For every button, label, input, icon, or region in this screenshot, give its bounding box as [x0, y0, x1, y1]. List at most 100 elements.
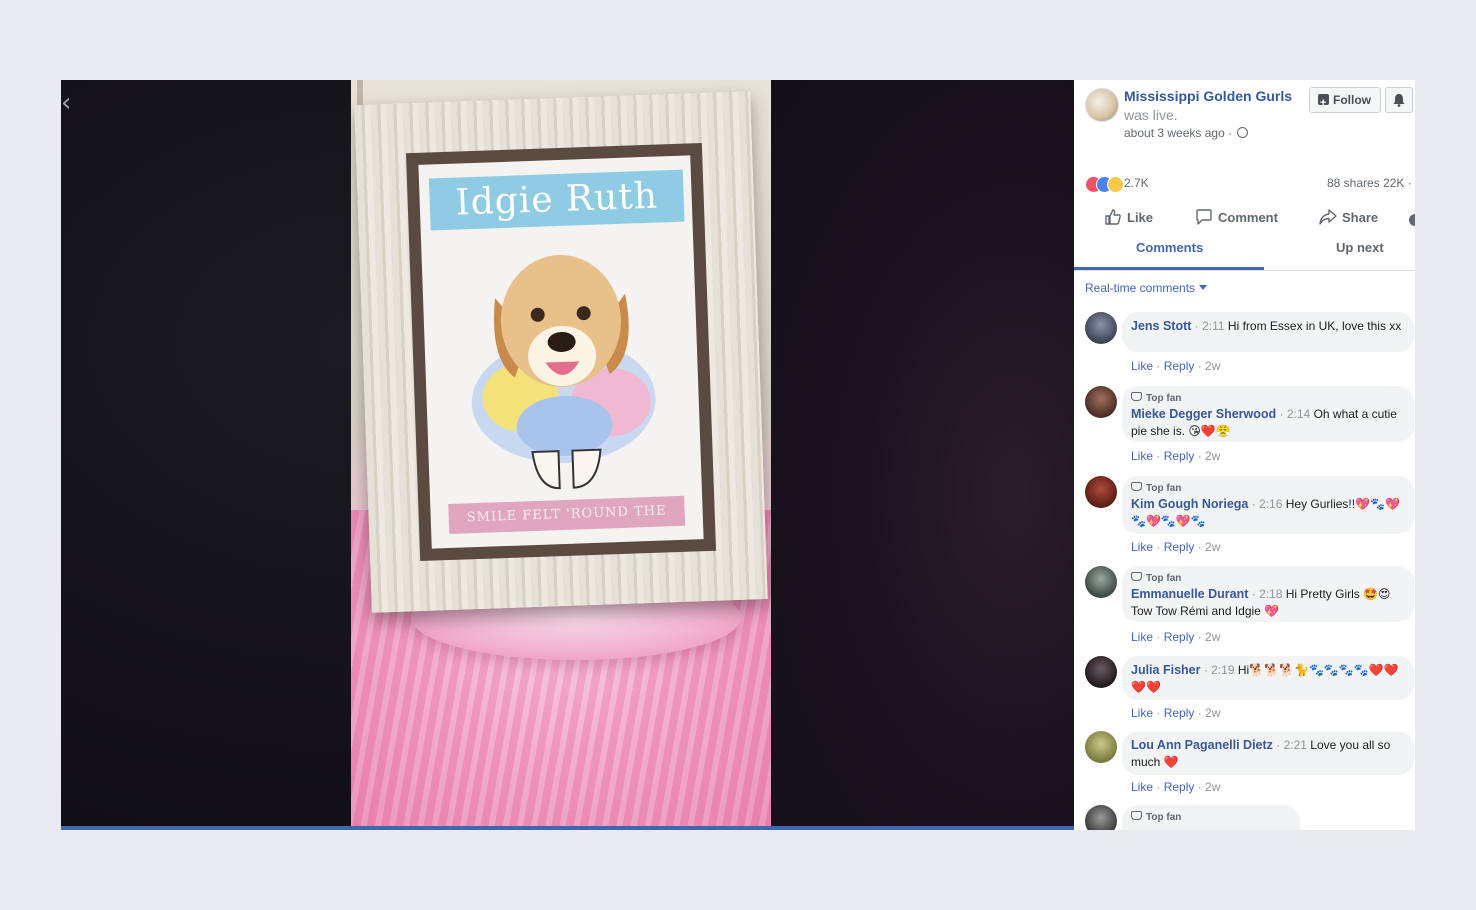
bell-icon	[1393, 94, 1405, 107]
share-label: Share	[1342, 210, 1379, 225]
diamond-icon	[1131, 482, 1142, 491]
comment-bubble: Jens Stott · 2:11 Hi from Essex in UK, l…	[1122, 312, 1414, 352]
post-sidebar: Mississippi Golden Gurls was live. about…	[1074, 80, 1415, 830]
video-progress-bar[interactable]	[61, 826, 1074, 830]
comment-label: Comment	[1218, 210, 1278, 225]
comment-age[interactable]: 2w	[1205, 540, 1220, 554]
portrait-title: Idgie Ruth	[428, 169, 685, 231]
comment-filter-label: Real-time comments	[1085, 281, 1196, 295]
commenter-avatar[interactable]	[1085, 656, 1117, 688]
like-label: Like	[1127, 210, 1154, 225]
video-player[interactable]: ‹ Idgie Ruth SMILE FELT 'ROUND THE WORLD	[61, 80, 1074, 830]
commenter-avatar[interactable]	[1085, 805, 1117, 830]
reaction-count[interactable]: 2.7K	[1124, 176, 1149, 190]
comment-author[interactable]: Jens Stott	[1131, 319, 1191, 333]
comment-reply-link[interactable]: Reply	[1164, 540, 1195, 554]
caret-down-icon	[1199, 285, 1208, 290]
comment-reply-link[interactable]: Reply	[1164, 630, 1195, 644]
comment-actions: Like · Reply · 2w	[1131, 780, 1221, 794]
comment-icon	[1196, 209, 1212, 225]
diamond-icon	[1131, 811, 1142, 820]
top-fan-badge: Top fan	[1131, 392, 1404, 406]
comment-actions: Like · Reply · 2w	[1131, 540, 1221, 554]
post-actions: Like Comment Share	[1074, 208, 1415, 234]
comment-like-link[interactable]: Like	[1131, 780, 1153, 794]
live-status: was live.	[1124, 107, 1178, 123]
commenter-avatar[interactable]	[1085, 476, 1117, 508]
comment-author[interactable]: Mieke Degger Sherwood	[1131, 407, 1276, 421]
top-fan-badge: Top fan	[1131, 482, 1404, 496]
like-button[interactable]: Like	[1104, 208, 1153, 226]
wow-reaction-icon	[1107, 176, 1124, 193]
golden-retriever-illustration	[471, 254, 656, 490]
comment-age[interactable]: 2w	[1205, 706, 1220, 720]
panel-tabs: Comments Up next	[1074, 234, 1415, 271]
commenter-avatar[interactable]	[1085, 566, 1117, 598]
diamond-icon	[1131, 392, 1142, 401]
thumbs-up-icon	[1105, 209, 1121, 225]
follow-label: Follow	[1333, 93, 1371, 107]
comment-actions: Like · Reply · 2w	[1131, 630, 1221, 644]
previous-arrow-icon[interactable]: ‹	[61, 88, 77, 118]
comment-age[interactable]: 2w	[1205, 780, 1220, 794]
comment-age[interactable]: 2w	[1205, 630, 1220, 644]
comment-bubble: Lou Ann Paganelli Dietz · 2:21 Love you …	[1122, 731, 1414, 775]
follow-button[interactable]: Follow	[1309, 87, 1381, 115]
video-frame: Idgie Ruth SMILE FELT 'ROUND THE WORLD	[351, 80, 771, 826]
comment-author[interactable]: Kim Gough Noriega	[1131, 497, 1248, 511]
globe-icon	[1237, 127, 1249, 138]
comment-timestamp[interactable]: · 2:18	[1252, 587, 1283, 601]
comment-actions: Like · Reply · 2w	[1131, 359, 1221, 373]
comment-bubble: Top fan	[1122, 805, 1300, 830]
comment-actions: Like · Reply · 2w	[1131, 706, 1221, 720]
post-timestamp[interactable]: about 3 weeks ago ·	[1124, 126, 1235, 140]
comment-bubble: Julia Fisher · 2:19 Hi🐕🐕🐕🐈🐾🐾🐾🐾❤️❤️❤️❤️	[1122, 656, 1414, 700]
video-letterbox	[771, 80, 1074, 830]
diamond-icon	[1131, 572, 1142, 581]
comment-reply-link[interactable]: Reply	[1164, 706, 1195, 720]
comment-filter-dropdown[interactable]: Real-time comments	[1085, 281, 1208, 295]
page-name-link[interactable]: Mississippi Golden Gurls	[1124, 88, 1292, 104]
shares-count[interactable]: 88 shares 22K ·	[1327, 176, 1412, 190]
comment-timestamp[interactable]: · 2:14	[1280, 407, 1311, 421]
comment-reply-link[interactable]: Reply	[1164, 449, 1195, 463]
comment-author[interactable]: Lou Ann Paganelli Dietz	[1131, 738, 1273, 752]
commenter-avatar[interactable]	[1085, 731, 1117, 763]
comment-like-link[interactable]: Like	[1131, 706, 1153, 720]
comment-author[interactable]: Emmanuelle Durant	[1131, 587, 1248, 601]
comment-like-link[interactable]: Like	[1131, 540, 1153, 554]
comment-like-link[interactable]: Like	[1131, 359, 1153, 373]
comment-like-link[interactable]: Like	[1131, 449, 1153, 463]
comment-bubble: Top fan Emmanuelle Durant · 2:18 Hi Pret…	[1122, 566, 1414, 622]
comment-actions: Like · Reply · 2w	[1131, 449, 1221, 463]
picture-frame: Idgie Ruth SMILE FELT 'ROUND THE WORLD	[354, 91, 768, 613]
comment-button[interactable]: Comment	[1195, 208, 1278, 226]
comment-timestamp[interactable]: · 2:11	[1195, 319, 1225, 333]
tab-up-next[interactable]: Up next	[1336, 240, 1384, 255]
comment-bubble: Top fan Kim Gough Noriega · 2:16 Hey Gur…	[1122, 476, 1414, 534]
share-icon	[1319, 209, 1337, 225]
share-button[interactable]: Share	[1319, 208, 1378, 226]
dog-portrait: Idgie Ruth SMILE FELT 'ROUND THE WORLD	[418, 155, 704, 549]
comment-age[interactable]: 2w	[1205, 359, 1220, 373]
tab-comments[interactable]: Comments	[1136, 240, 1203, 255]
page-avatar[interactable]	[1085, 88, 1119, 122]
commenter-avatar[interactable]	[1085, 386, 1117, 418]
comment-timestamp[interactable]: · 2:21	[1276, 738, 1307, 752]
portrait-caption: SMILE FELT 'ROUND THE WORLD	[448, 495, 686, 549]
post-meta: about 3 weeks ago ·	[1124, 126, 1249, 140]
comment-like-link[interactable]: Like	[1131, 630, 1153, 644]
audience-icon[interactable]	[1408, 211, 1415, 227]
follow-plus-icon	[1318, 91, 1329, 115]
comment-age[interactable]: 2w	[1205, 449, 1220, 463]
comment-reply-link[interactable]: Reply	[1164, 780, 1195, 794]
commenter-avatar[interactable]	[1085, 312, 1117, 344]
comment-timestamp[interactable]: · 2:16	[1252, 497, 1283, 511]
notifications-button[interactable]	[1385, 87, 1413, 113]
comment-reply-link[interactable]: Reply	[1164, 359, 1195, 373]
active-tab-indicator	[1074, 267, 1264, 270]
comment-text: Hi from Essex in UK, love this xx	[1227, 319, 1402, 333]
comment-timestamp[interactable]: · 2:19	[1204, 663, 1235, 677]
top-fan-badge: Top fan	[1131, 572, 1404, 586]
comment-author[interactable]: Julia Fisher	[1131, 663, 1200, 677]
